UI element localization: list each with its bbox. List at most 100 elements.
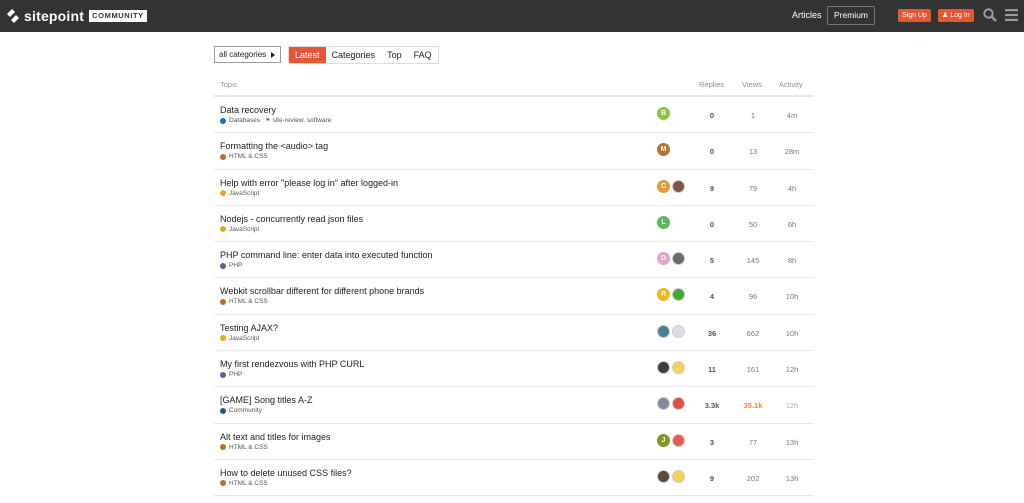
nav-articles-link[interactable]: Articles (792, 10, 822, 20)
avatar[interactable]: C (657, 179, 670, 193)
tab-latest[interactable]: Latest (289, 47, 326, 63)
hamburger-menu-icon[interactable] (1005, 9, 1018, 21)
activity-time[interactable]: 12h (772, 365, 812, 374)
avatar[interactable]: J (657, 433, 670, 447)
logo-badge: COMMUNITY (89, 10, 147, 22)
activity-time[interactable]: 12h (772, 401, 812, 410)
topic-title-link[interactable]: Formatting the <audio> tag (220, 141, 328, 151)
activity-time[interactable]: 4m (772, 111, 812, 120)
posters (657, 324, 685, 338)
posters: R (657, 288, 685, 302)
table-row[interactable]: Testing AJAX? JavaScript 36 662 10h (214, 315, 814, 352)
login-button[interactable]: ♟ Log In (938, 9, 974, 22)
topic-title-link[interactable]: Webkit scrollbar different for different… (220, 286, 424, 296)
topic-title-link[interactable]: Alt text and titles for images (220, 432, 331, 442)
topic-title-link[interactable]: Testing AJAX? (220, 323, 278, 333)
tab-faq[interactable]: FAQ (408, 47, 438, 63)
topic-title-link[interactable]: Nodejs - concurrently read json files (220, 214, 363, 224)
category-badge-dot (220, 371, 226, 378)
avatar[interactable]: R (657, 288, 670, 302)
table-row[interactable]: Formatting the <audio> tag HTML & CSS M 0 13… (214, 133, 814, 170)
topic-tags[interactable]: site-review, software (272, 117, 331, 124)
category-badge-dot (220, 298, 226, 305)
activity-time[interactable]: 13h (772, 474, 812, 483)
category-link[interactable]: HTML & CSS (229, 153, 268, 160)
reply-count: 11 (708, 365, 716, 375)
search-icon[interactable] (983, 8, 997, 22)
table-row[interactable]: Nodejs - concurrently read json files Jav… (214, 206, 814, 243)
category-badge-dot (220, 226, 226, 233)
topic-title-link[interactable]: My first rendezvous with PHP CURL (220, 359, 364, 369)
topic-meta: HTML & CSS (220, 153, 268, 160)
posters: J (657, 433, 685, 447)
reply-count: 36 (707, 328, 717, 338)
avatar[interactable] (657, 361, 670, 375)
category-link[interactable]: HTML & CSS (229, 444, 268, 451)
view-count: 35.1k (743, 401, 763, 411)
posters (657, 361, 685, 375)
avatar[interactable]: B (657, 107, 670, 120)
avatar[interactable] (657, 324, 670, 338)
tab-top[interactable]: Top (381, 47, 408, 63)
category-link[interactable]: PHP (229, 371, 242, 378)
table-row[interactable]: Help with error "please log in" after lo… (214, 170, 814, 206)
topic-title-link[interactable]: Help with error "please log in" after lo… (220, 178, 398, 188)
category-dropdown[interactable]: all categories (214, 46, 281, 63)
table-row[interactable]: Data recovery Databases ⚑ site-review, soft… (214, 97, 814, 134)
activity-time[interactable]: 28m (772, 147, 812, 156)
avatar[interactable] (672, 324, 685, 338)
activity-time[interactable]: 10h (772, 329, 812, 338)
avatar[interactable]: M (657, 143, 670, 157)
activity-time[interactable]: 4h (772, 184, 812, 193)
category-link[interactable]: PHP (229, 262, 242, 269)
signup-button[interactable]: Sign Up (898, 9, 931, 22)
topic-title-link[interactable]: PHP command line: enter data into execut… (220, 250, 432, 260)
category-link[interactable]: HTML & CSS (229, 480, 268, 487)
category-link[interactable]: HTML & CSS (229, 298, 268, 305)
avatar[interactable] (672, 397, 685, 411)
posters: C (657, 179, 685, 193)
avatar[interactable]: D (657, 252, 670, 266)
avatar[interactable] (672, 469, 685, 483)
topic-meta: PHP (220, 371, 242, 378)
avatar[interactable] (672, 288, 685, 302)
view-count: 50 (748, 219, 758, 229)
topic-title-link[interactable]: Data recovery (220, 105, 276, 115)
column-header-topic[interactable]: Topic (220, 80, 238, 89)
table-row[interactable]: [GAME] Song titles A-Z Community 3.3k 35.1k… (214, 387, 814, 424)
avatar[interactable] (672, 433, 685, 447)
topic-title-link[interactable]: How to delete unused CSS files? (220, 468, 352, 478)
avatar[interactable] (657, 469, 670, 483)
category-badge-dot (220, 262, 226, 269)
category-link[interactable]: JavaScript (229, 190, 259, 197)
avatar[interactable] (657, 397, 670, 411)
table-row[interactable]: Webkit scrollbar different for different… (214, 278, 814, 315)
activity-time[interactable]: 6h (772, 220, 812, 229)
activity-time[interactable]: 13h (772, 438, 812, 447)
topic-title-link[interactable]: [GAME] Song titles A-Z (220, 395, 313, 405)
topic-meta: JavaScript (220, 226, 259, 233)
table-row[interactable]: How to delete unused CSS files? HTML & CS… (214, 460, 814, 497)
column-header-views[interactable]: Views (742, 80, 762, 89)
reply-count: 3 (709, 437, 715, 447)
avatar[interactable] (672, 179, 685, 193)
activity-time[interactable]: 8h (772, 256, 812, 265)
nav-premium-button[interactable]: Premium (827, 6, 876, 25)
table-row[interactable]: PHP command line: enter data into execut… (214, 242, 814, 279)
table-row[interactable]: My first rendezvous with PHP CURL PHP 11 16… (214, 351, 814, 388)
activity-time[interactable]: 10h (772, 292, 812, 301)
category-link[interactable]: JavaScript (229, 335, 259, 342)
table-row[interactable]: Alt text and titles for images HTML & CSS… (214, 424, 814, 460)
category-link[interactable]: Community (229, 407, 262, 414)
column-header-activity[interactable]: Activity (779, 80, 803, 89)
tab-categories[interactable]: Categories (326, 47, 382, 63)
avatar[interactable]: L (657, 215, 670, 229)
sitepoint-logo[interactable]: sitepoint COMMUNITY (6, 8, 147, 24)
avatar[interactable] (672, 252, 685, 266)
category-link[interactable]: Databases (229, 117, 260, 124)
topic-meta: HTML & CSS (220, 480, 268, 487)
column-header-replies[interactable]: Replies (699, 80, 724, 89)
avatar[interactable] (672, 361, 685, 375)
category-link[interactable]: JavaScript (229, 226, 259, 233)
topic-meta: PHP (220, 262, 242, 269)
